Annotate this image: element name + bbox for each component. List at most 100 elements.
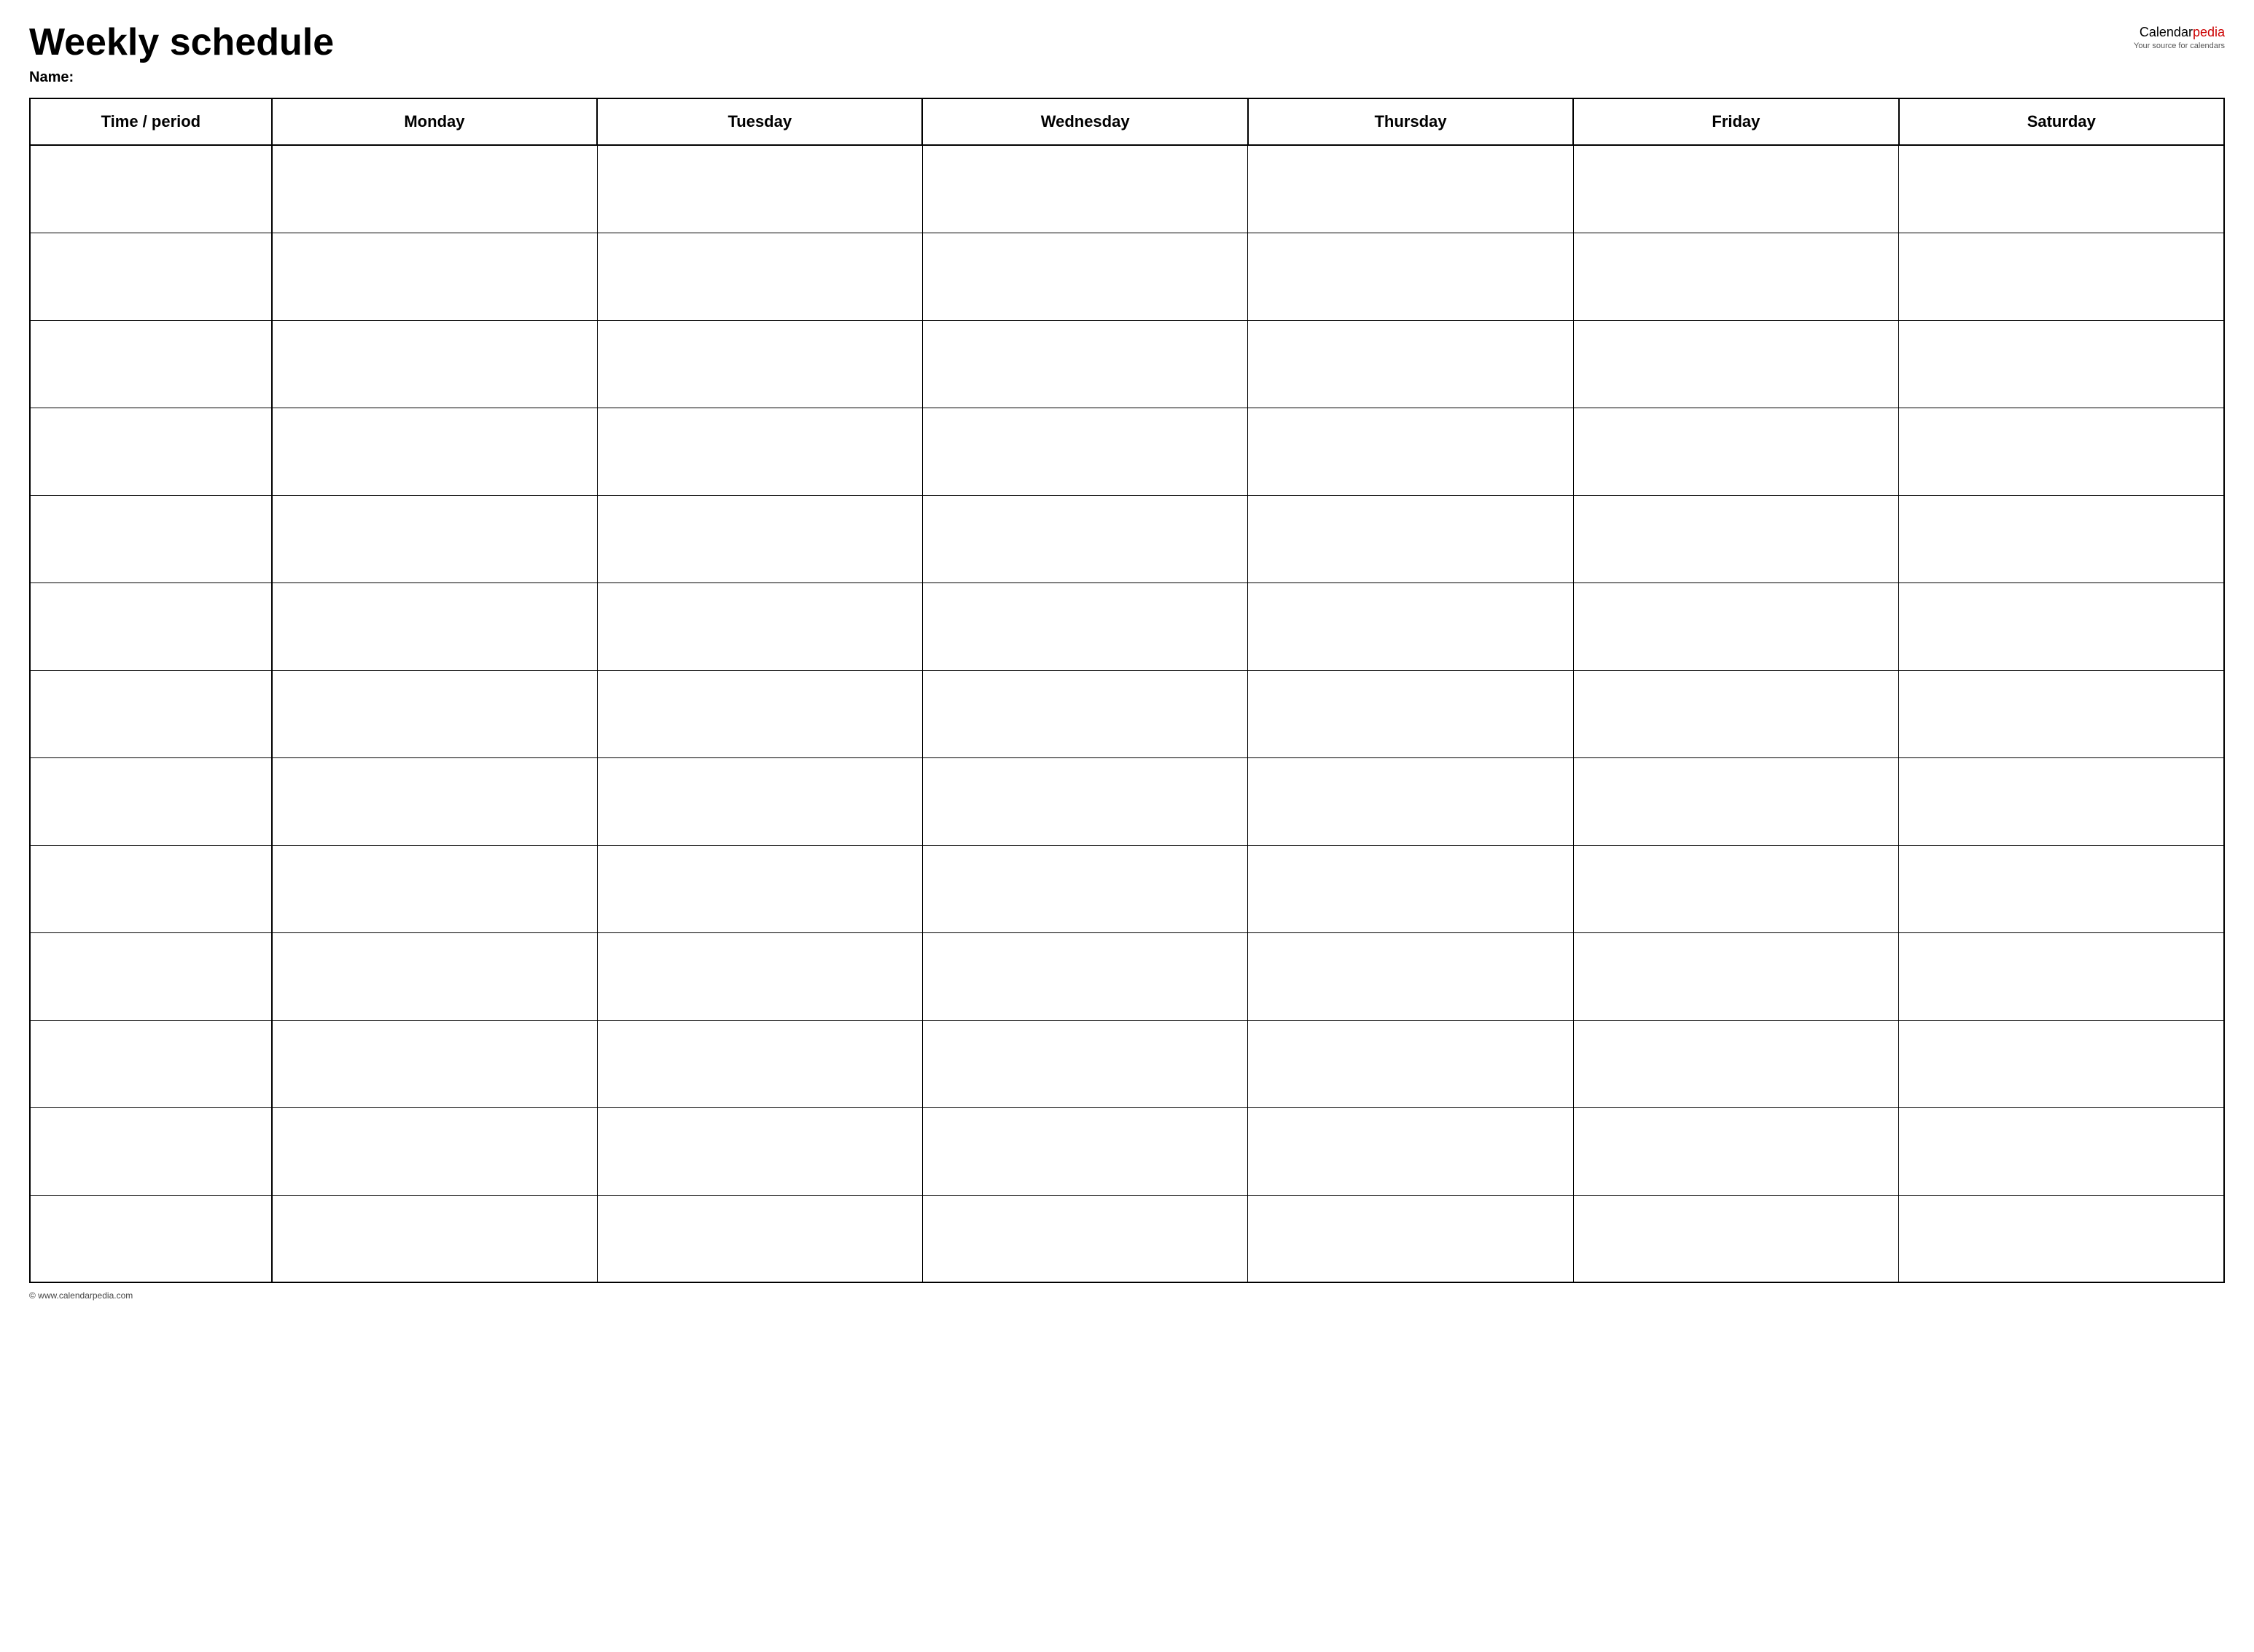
day-cell[interactable] bbox=[597, 670, 922, 757]
day-cell[interactable] bbox=[922, 495, 1247, 583]
day-cell[interactable] bbox=[1248, 757, 1573, 845]
day-cell[interactable] bbox=[1899, 1195, 2224, 1282]
day-cell[interactable] bbox=[1248, 1107, 1573, 1195]
day-cell[interactable] bbox=[597, 408, 922, 495]
time-cell[interactable] bbox=[30, 495, 272, 583]
table-row bbox=[30, 1107, 2224, 1195]
time-cell[interactable] bbox=[30, 1107, 272, 1195]
day-cell[interactable] bbox=[1899, 757, 2224, 845]
day-cell[interactable] bbox=[272, 932, 597, 1020]
logo-accent: pedia bbox=[2193, 25, 2225, 39]
day-cell[interactable] bbox=[1573, 757, 1898, 845]
table-row bbox=[30, 408, 2224, 495]
header-saturday: Saturday bbox=[1899, 98, 2224, 145]
day-cell[interactable] bbox=[597, 1020, 922, 1107]
day-cell[interactable] bbox=[1248, 670, 1573, 757]
day-cell[interactable] bbox=[272, 408, 597, 495]
day-cell[interactable] bbox=[1899, 583, 2224, 670]
day-cell[interactable] bbox=[1899, 1020, 2224, 1107]
day-cell[interactable] bbox=[1899, 233, 2224, 320]
day-cell[interactable] bbox=[1573, 233, 1898, 320]
day-cell[interactable] bbox=[1573, 583, 1898, 670]
day-cell[interactable] bbox=[272, 670, 597, 757]
time-cell[interactable] bbox=[30, 145, 272, 233]
day-cell[interactable] bbox=[1899, 845, 2224, 932]
day-cell[interactable] bbox=[597, 495, 922, 583]
day-cell[interactable] bbox=[1573, 1107, 1898, 1195]
day-cell[interactable] bbox=[597, 1195, 922, 1282]
day-cell[interactable] bbox=[1248, 320, 1573, 408]
day-cell[interactable] bbox=[922, 932, 1247, 1020]
day-cell[interactable] bbox=[272, 320, 597, 408]
time-cell[interactable] bbox=[30, 845, 272, 932]
day-cell[interactable] bbox=[597, 233, 922, 320]
day-cell[interactable] bbox=[922, 320, 1247, 408]
day-cell[interactable] bbox=[272, 495, 597, 583]
day-cell[interactable] bbox=[1573, 1195, 1898, 1282]
day-cell[interactable] bbox=[597, 320, 922, 408]
day-cell[interactable] bbox=[1573, 1020, 1898, 1107]
day-cell[interactable] bbox=[272, 757, 597, 845]
time-cell[interactable] bbox=[30, 1020, 272, 1107]
day-cell[interactable] bbox=[272, 1020, 597, 1107]
day-cell[interactable] bbox=[1248, 145, 1573, 233]
day-cell[interactable] bbox=[272, 583, 597, 670]
day-cell[interactable] bbox=[922, 845, 1247, 932]
day-cell[interactable] bbox=[272, 233, 597, 320]
day-cell[interactable] bbox=[1248, 1020, 1573, 1107]
day-cell[interactable] bbox=[1573, 932, 1898, 1020]
day-cell[interactable] bbox=[1248, 845, 1573, 932]
day-cell[interactable] bbox=[597, 145, 922, 233]
table-row bbox=[30, 1020, 2224, 1107]
day-cell[interactable] bbox=[922, 1195, 1247, 1282]
day-cell[interactable] bbox=[597, 845, 922, 932]
day-cell[interactable] bbox=[922, 145, 1247, 233]
day-cell[interactable] bbox=[922, 233, 1247, 320]
time-cell[interactable] bbox=[30, 670, 272, 757]
day-cell[interactable] bbox=[272, 1195, 597, 1282]
time-cell[interactable] bbox=[30, 932, 272, 1020]
day-cell[interactable] bbox=[272, 145, 597, 233]
day-cell[interactable] bbox=[1248, 932, 1573, 1020]
header-tuesday: Tuesday bbox=[597, 98, 922, 145]
day-cell[interactable] bbox=[922, 1107, 1247, 1195]
day-cell[interactable] bbox=[1248, 408, 1573, 495]
day-cell[interactable] bbox=[1899, 145, 2224, 233]
day-cell[interactable] bbox=[1899, 320, 2224, 408]
day-cell[interactable] bbox=[1899, 408, 2224, 495]
header-monday: Monday bbox=[272, 98, 597, 145]
time-cell[interactable] bbox=[30, 1195, 272, 1282]
day-cell[interactable] bbox=[1573, 408, 1898, 495]
time-cell[interactable] bbox=[30, 320, 272, 408]
day-cell[interactable] bbox=[272, 845, 597, 932]
day-cell[interactable] bbox=[597, 757, 922, 845]
day-cell[interactable] bbox=[597, 583, 922, 670]
day-cell[interactable] bbox=[922, 408, 1247, 495]
time-cell[interactable] bbox=[30, 408, 272, 495]
day-cell[interactable] bbox=[922, 670, 1247, 757]
day-cell[interactable] bbox=[1248, 583, 1573, 670]
time-cell[interactable] bbox=[30, 583, 272, 670]
header-wednesday: Wednesday bbox=[922, 98, 1247, 145]
day-cell[interactable] bbox=[597, 932, 922, 1020]
day-cell[interactable] bbox=[272, 1107, 597, 1195]
day-cell[interactable] bbox=[1573, 320, 1898, 408]
day-cell[interactable] bbox=[1573, 495, 1898, 583]
day-cell[interactable] bbox=[922, 757, 1247, 845]
day-cell[interactable] bbox=[922, 1020, 1247, 1107]
day-cell[interactable] bbox=[1248, 495, 1573, 583]
day-cell[interactable] bbox=[1899, 670, 2224, 757]
day-cell[interactable] bbox=[1899, 495, 2224, 583]
day-cell[interactable] bbox=[1573, 670, 1898, 757]
day-cell[interactable] bbox=[597, 1107, 922, 1195]
day-cell[interactable] bbox=[1899, 932, 2224, 1020]
day-cell[interactable] bbox=[1573, 145, 1898, 233]
day-cell[interactable] bbox=[1248, 233, 1573, 320]
day-cell[interactable] bbox=[1248, 1195, 1573, 1282]
page-title: Weekly schedule bbox=[29, 22, 334, 63]
day-cell[interactable] bbox=[922, 583, 1247, 670]
time-cell[interactable] bbox=[30, 757, 272, 845]
day-cell[interactable] bbox=[1899, 1107, 2224, 1195]
day-cell[interactable] bbox=[1573, 845, 1898, 932]
time-cell[interactable] bbox=[30, 233, 272, 320]
